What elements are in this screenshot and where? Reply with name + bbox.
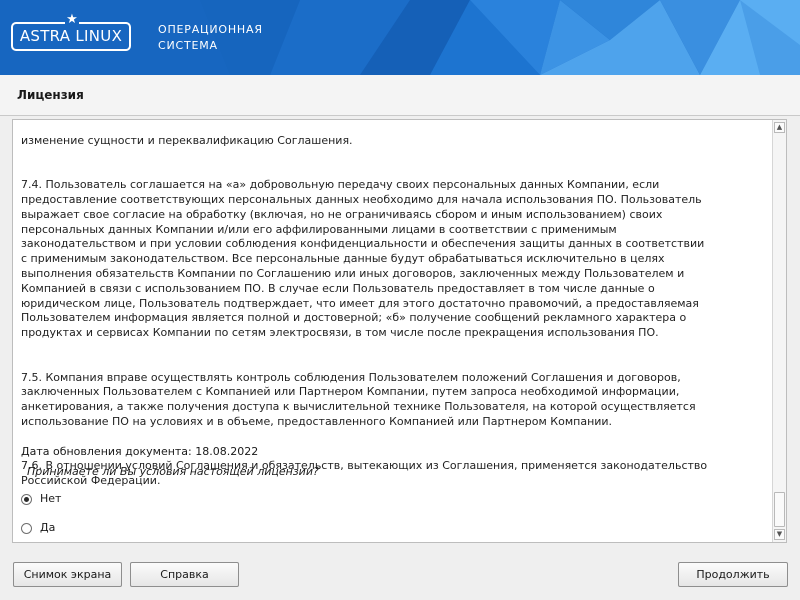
help-button[interactable]: Справка [130,562,239,587]
license-paragraph: изменение сущности и переквалификацию Со… [21,133,353,147]
vertical-scrollbar[interactable]: ▲ ▼ [772,120,786,542]
scroll-thumb[interactable] [774,492,785,527]
os-subtitle-line2: СИСТЕМА [158,39,218,52]
title-strip [0,75,800,115]
logo-text: ASTRA LINUX [19,27,123,45]
license-view[interactable]: изменение сущности и переквалификацию Со… [12,119,787,543]
radio-option-no[interactable]: Нет [21,491,61,507]
license-paragraph: 7.5. Компания вправе осуществлять контро… [21,370,696,428]
radio-label-no[interactable]: Нет [40,492,61,506]
license-paragraph: 7.4. Пользователь соглашается на «а» доб… [21,178,705,340]
divider [0,115,800,116]
scroll-up-icon[interactable]: ▲ [774,122,785,133]
radio-label-yes[interactable]: Да [40,521,55,535]
accept-question: Принимаете ли Вы условия настоящей лицен… [27,465,319,478]
radio-option-yes[interactable]: Да [21,520,55,536]
header-banner: ASTRA LINUX ★ ОПЕРАЦИОННАЯ СИСТЕМА [0,0,800,75]
os-subtitle: ОПЕРАЦИОННАЯ СИСТЕМА [158,22,263,54]
update-date: Дата обновления документа: 18.08.2022 [21,445,259,458]
radio-button-yes[interactable] [21,522,32,534]
os-subtitle-line1: ОПЕРАЦИОННАЯ [158,23,263,36]
radio-button-no[interactable] [21,493,32,505]
continue-button[interactable]: Продолжить [678,562,788,587]
scroll-down-icon[interactable]: ▼ [774,529,785,540]
star-icon: ★ [65,12,79,27]
page-title: Лицензия [17,88,84,102]
screenshot-button[interactable]: Снимок экрана [13,562,122,587]
